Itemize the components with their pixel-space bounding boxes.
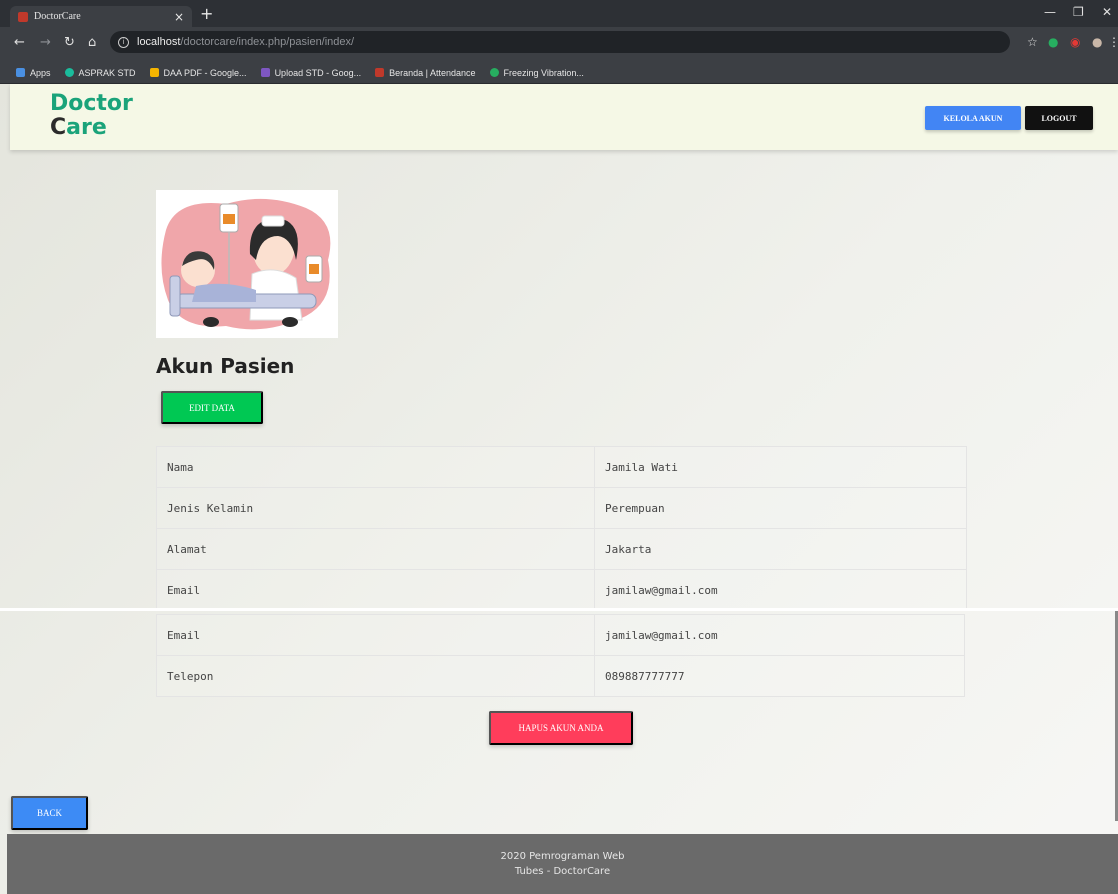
logout-button[interactable]: LOGOUT: [1025, 106, 1093, 130]
field-value: Jamila Wati: [594, 446, 967, 488]
address-bar[interactable]: i localhost/doctorcare/index.php/pasien/…: [110, 31, 1010, 53]
tab-title: DoctorCare: [34, 11, 81, 22]
bookmark-favicon-icon: [375, 68, 385, 77]
bookmark-asprak[interactable]: ASPRAK STD: [64, 68, 136, 78]
browser-toolbar: ← → ↻ ⌂ i localhost/doctorcare/index.php…: [0, 27, 1118, 62]
google-forms-icon: [260, 68, 270, 77]
kelola-akun-button[interactable]: KELOLA AKUN: [925, 106, 1021, 130]
info-icon[interactable]: i: [118, 36, 129, 48]
table-row: Jenis Kelamin Perempuan: [156, 487, 967, 529]
table-row: Telepon 089887777777: [156, 655, 965, 697]
site-header: Doctor Care KELOLA AKUN LOGOUT: [10, 84, 1118, 150]
back-button[interactable]: BACK: [11, 796, 88, 830]
new-tab-icon[interactable]: +: [200, 4, 213, 23]
edit-data-button[interactable]: EDIT DATA: [161, 391, 263, 424]
screenshot-seam: [0, 608, 1118, 611]
footer-line1: 2020 Pemrograman Web: [500, 851, 625, 862]
browser-tab[interactable]: DoctorCare ×: [10, 6, 192, 27]
field-label: Email: [156, 614, 595, 656]
menu-dots-icon[interactable]: ⋮: [1108, 35, 1118, 49]
bookmark-star-icon[interactable]: ☆: [1027, 35, 1038, 49]
delete-account-button[interactable]: HAPUS AKUN ANDA: [489, 711, 633, 745]
bookmark-daa[interactable]: DAA PDF - Google...: [149, 68, 247, 78]
logo-line2: Care: [50, 115, 107, 140]
tab-close-icon[interactable]: ×: [174, 10, 184, 24]
footer-line2: Tubes - DoctorCare: [514, 866, 611, 877]
field-label: Alamat: [156, 528, 595, 570]
field-label: Telepon: [156, 655, 595, 697]
bookmark-freezing[interactable]: Freezing Vibration...: [489, 68, 584, 78]
table-row: Alamat Jakarta: [156, 528, 967, 570]
back-arrow-icon[interactable]: ←: [14, 36, 25, 50]
logo-line1: Doctor: [50, 91, 133, 116]
url-text: localhost/doctorcare/index.php/pasien/in…: [137, 36, 355, 48]
field-label: Nama: [156, 446, 595, 488]
bookmarks-bar: Apps ASPRAK STD DAA PDF - Google... Uplo…: [0, 62, 1118, 84]
page-title: Akun Pasien: [156, 354, 295, 378]
extension-icon[interactable]: ●: [1048, 35, 1058, 49]
field-value: jamilaw@gmail.com: [594, 614, 965, 656]
patient-illustration: [156, 190, 338, 338]
home-icon[interactable]: ⌂: [88, 36, 96, 50]
doctorcare-favicon-icon: [18, 11, 28, 22]
google-drive-icon: [149, 68, 159, 77]
browser-titlebar: DoctorCare × + — ❐ ✕: [0, 0, 1118, 27]
close-window-icon[interactable]: ✕: [1102, 5, 1112, 19]
bookmark-beranda[interactable]: Beranda | Attendance: [375, 68, 476, 78]
stethoscope-icon: C: [50, 115, 67, 140]
bookmark-upload[interactable]: Upload STD - Goog...: [260, 68, 361, 78]
field-value: 089887777777: [594, 655, 965, 697]
apps-grid-icon: [16, 68, 25, 77]
maximize-icon[interactable]: ❐: [1073, 5, 1084, 19]
forward-arrow-icon[interactable]: →: [40, 36, 51, 50]
bookmark-favicon-icon: [64, 68, 74, 77]
doctorcare-logo[interactable]: Doctor Care: [50, 92, 133, 140]
field-value: jamilaw@gmail.com: [594, 569, 967, 611]
patient-info-table: Nama Jamila Wati Jenis Kelamin Perempuan…: [156, 446, 967, 611]
bookmark-favicon-icon: [489, 68, 499, 77]
bookmark-apps[interactable]: Apps: [16, 68, 51, 78]
extension-red-icon[interactable]: ◉: [1070, 35, 1080, 49]
site-footer: 2020 Pemrograman Web Tubes - DoctorCare: [7, 834, 1118, 894]
table-row: Email jamilaw@gmail.com: [156, 614, 965, 656]
field-label: Jenis Kelamin: [156, 487, 595, 529]
field-value: Jakarta: [594, 528, 967, 570]
profile-avatar-icon[interactable]: ●: [1092, 35, 1102, 49]
patient-info-table-continued: Email jamilaw@gmail.com Telepon 08988777…: [156, 614, 965, 697]
table-row: Nama Jamila Wati: [156, 446, 967, 488]
table-row: Email jamilaw@gmail.com: [156, 569, 967, 611]
minimize-icon[interactable]: —: [1044, 5, 1056, 19]
reload-icon[interactable]: ↻: [64, 36, 75, 50]
field-label: Email: [156, 569, 595, 611]
field-value: Perempuan: [594, 487, 967, 529]
page-body: Doctor Care KELOLA AKUN LOGOUT Akun Pasi…: [0, 84, 1118, 894]
